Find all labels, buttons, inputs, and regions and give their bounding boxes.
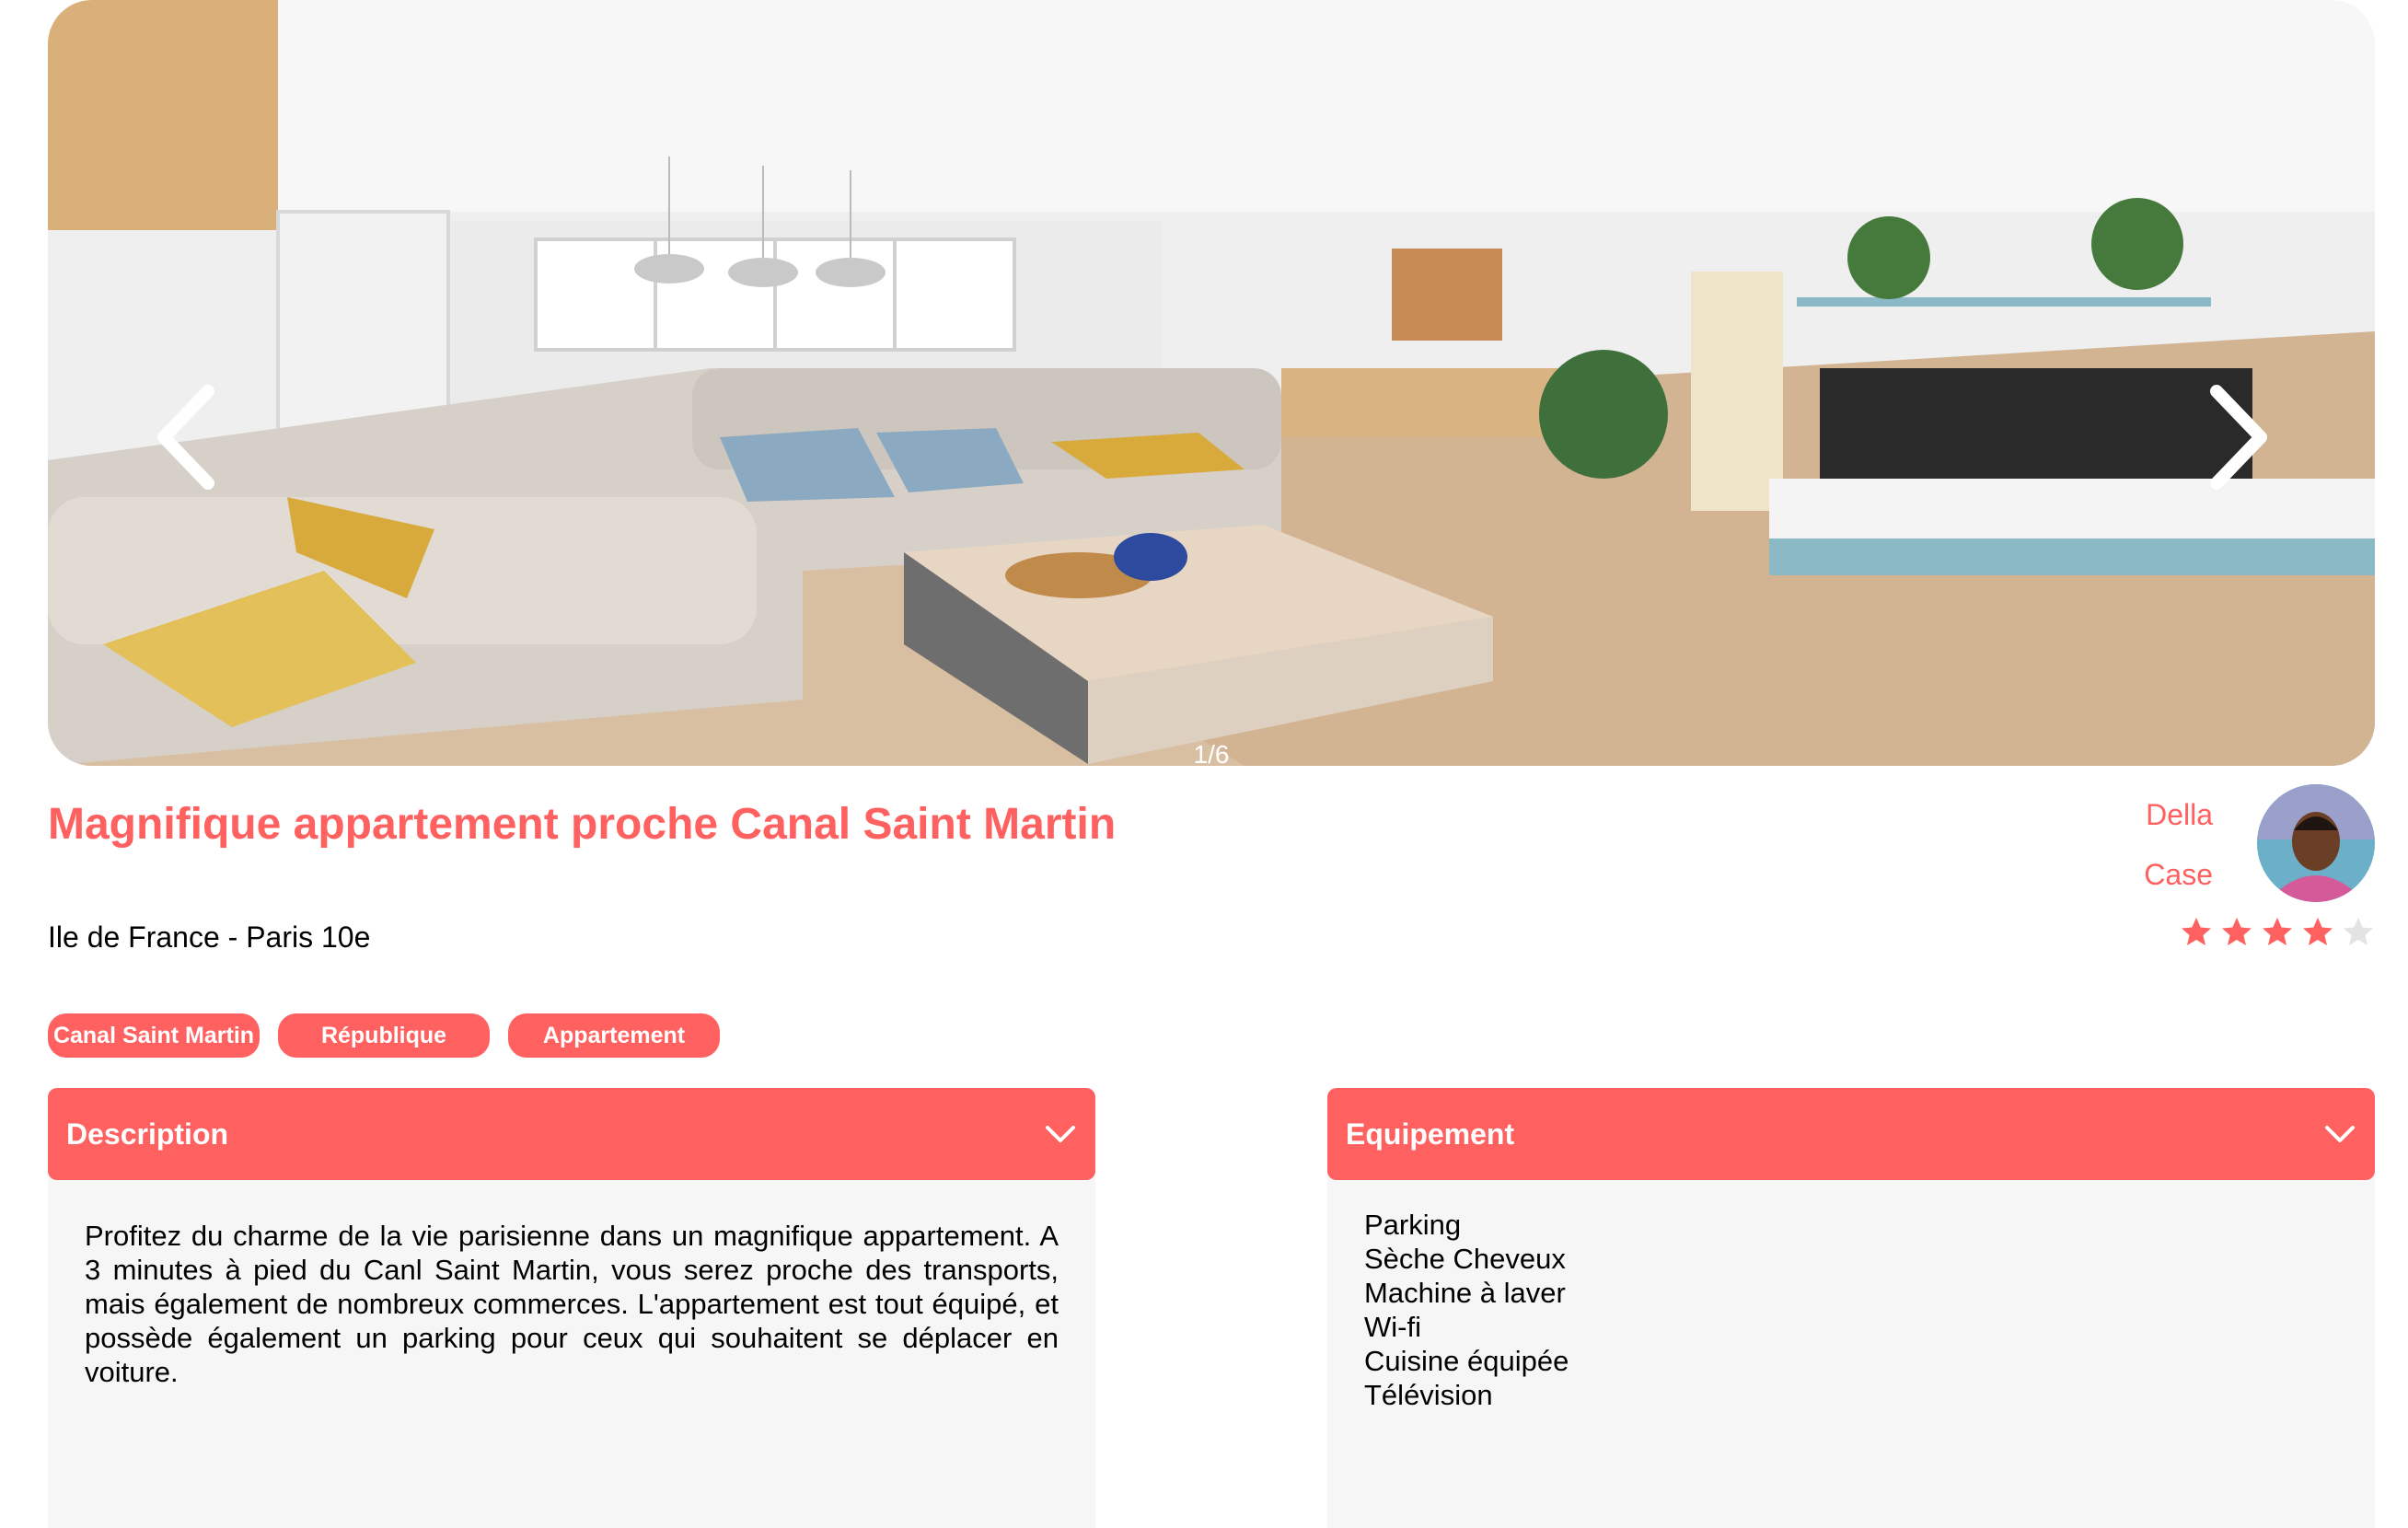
equipment-panel: Parking Sèche Cheveux Machine à laver Wi…	[1327, 1171, 2375, 1528]
star-empty-icon	[2342, 916, 2375, 949]
chevron-down-icon	[2323, 1123, 2356, 1145]
living-room-photo	[48, 0, 2375, 766]
equipment-item: Cuisine équipée	[1364, 1345, 1569, 1377]
chevron-down-icon	[1044, 1123, 1077, 1145]
description-panel: Profitez du charme de la vie parisienne …	[48, 1171, 1095, 1528]
host-first-name: Della	[2146, 798, 2213, 831]
equipment-collapse: Equipement Parking Sèche Cheveux Machine…	[1327, 1088, 2375, 1528]
chevron-left-icon	[157, 385, 214, 490]
description-title: Description	[66, 1117, 229, 1151]
description-text: Profitez du charme de la vie parisienne …	[85, 1220, 1059, 1388]
carousel-prev-button[interactable]	[149, 382, 223, 492]
listing-location: Ile de France - Paris 10e	[48, 920, 371, 954]
equipment-list: Parking Sèche Cheveux Machine à laver Wi…	[1364, 1208, 2338, 1412]
star-filled-icon	[2261, 916, 2294, 949]
star-filled-icon	[2180, 916, 2213, 949]
equipment-item: Wi-fi	[1364, 1311, 1421, 1343]
description-toggle[interactable]: Description	[48, 1088, 1095, 1180]
equipment-item: Parking	[1364, 1209, 1462, 1241]
equipment-item: Télévision	[1364, 1379, 1493, 1411]
description-collapse: Description Profitez du charme de la vie…	[48, 1088, 1095, 1528]
equipment-toggle[interactable]: Equipement	[1327, 1088, 2375, 1180]
tag: Canal Saint Martin	[48, 1013, 260, 1058]
host-last-name: Case	[2144, 858, 2213, 891]
tag: Appartement	[508, 1013, 720, 1058]
listing-title: Magnifique appartement proche Canal Sain…	[48, 800, 1117, 849]
equipment-item: Sèche Cheveux	[1364, 1243, 1566, 1275]
star-filled-icon	[2301, 916, 2334, 949]
tag: République	[278, 1013, 490, 1058]
photo-carousel: 1/6	[48, 0, 2375, 766]
equipment-title: Equipement	[1346, 1117, 1515, 1151]
tag-list: Canal Saint Martin République Appartemen…	[48, 1013, 720, 1058]
carousel-next-button[interactable]	[2202, 382, 2275, 492]
carousel-counter: 1/6	[1193, 740, 1230, 766]
star-filled-icon	[2220, 916, 2253, 949]
host-rating	[2180, 916, 2375, 949]
chevron-right-icon	[2210, 385, 2267, 490]
host-avatar	[2257, 784, 2375, 902]
equipment-item: Machine à laver	[1364, 1277, 1566, 1309]
